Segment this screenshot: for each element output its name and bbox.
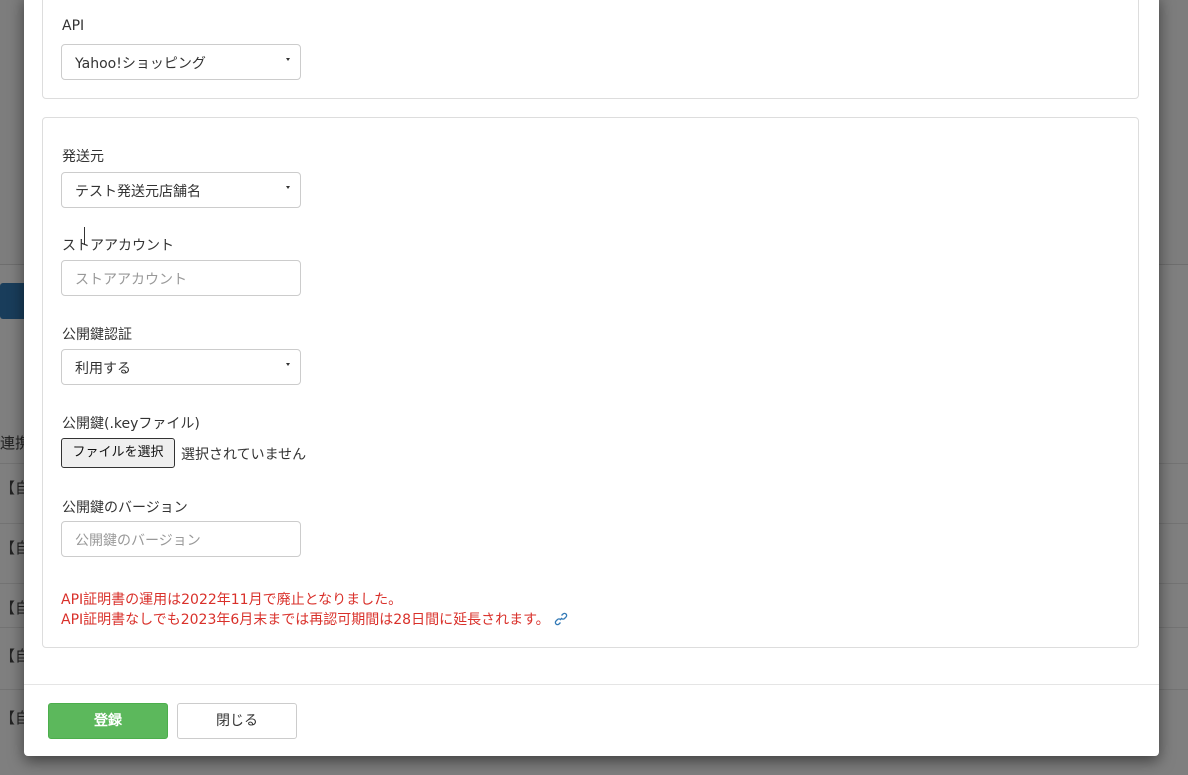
register-button[interactable]: 登録 <box>48 703 168 739</box>
deprecation-notice: API証明書の運用は2022年11月で廃止となりました。 <box>61 592 403 608</box>
store-account-input[interactable]: ストアアカウント <box>61 260 301 296</box>
extension-notice-text: API証明書なしでも2023年6月末までは再認可期間は28日間に延長されます。 <box>61 612 550 628</box>
modal-footer-divider <box>24 684 1159 685</box>
sender-select-value: テスト発送元店舗名 <box>75 184 201 200</box>
public-key-version-label: 公開鍵のバージョン <box>62 500 188 516</box>
public-key-auth-select[interactable]: 利用する <box>61 349 301 385</box>
chevron-down-icon <box>286 186 290 189</box>
public-key-auth-value: 利用する <box>75 361 131 377</box>
public-key-version-placeholder: 公開鍵のバージョン <box>75 533 201 549</box>
sender-select[interactable]: テスト発送元店舗名 <box>61 172 301 208</box>
store-account-placeholder: ストアアカウント <box>75 272 187 288</box>
api-select-value: Yahoo!ショッピング <box>75 56 206 72</box>
api-label: API <box>62 18 85 34</box>
choose-file-button[interactable]: ファイルを選択 <box>61 438 175 468</box>
public-key-file-label: 公開鍵(.keyファイル) <box>62 416 200 432</box>
public-key-version-input[interactable]: 公開鍵のバージョン <box>61 521 301 557</box>
shop-settings-panel: 発送元 テスト発送元店舗名 ストアアカウント ストアアカウント 公開鍵認証 利用… <box>42 117 1139 648</box>
settings-modal: API Yahoo!ショッピング 発送元 テスト発送元店舗名 ストアアカウント … <box>24 0 1159 756</box>
link-icon[interactable] <box>554 612 568 630</box>
close-button[interactable]: 閉じる <box>177 703 297 739</box>
api-panel: API Yahoo!ショッピング <box>42 0 1139 99</box>
public-key-auth-label: 公開鍵認証 <box>62 327 132 343</box>
file-status: 選択されていません <box>181 447 307 463</box>
api-select[interactable]: Yahoo!ショッピング <box>61 44 301 80</box>
chevron-down-icon <box>286 363 290 366</box>
text-cursor <box>84 227 85 245</box>
store-account-label: ストアアカウント <box>62 238 174 254</box>
extension-notice: API証明書なしでも2023年6月末までは再認可期間は28日間に延長されます。 <box>61 609 568 630</box>
chevron-down-icon <box>286 58 290 61</box>
sender-label: 発送元 <box>62 149 104 165</box>
